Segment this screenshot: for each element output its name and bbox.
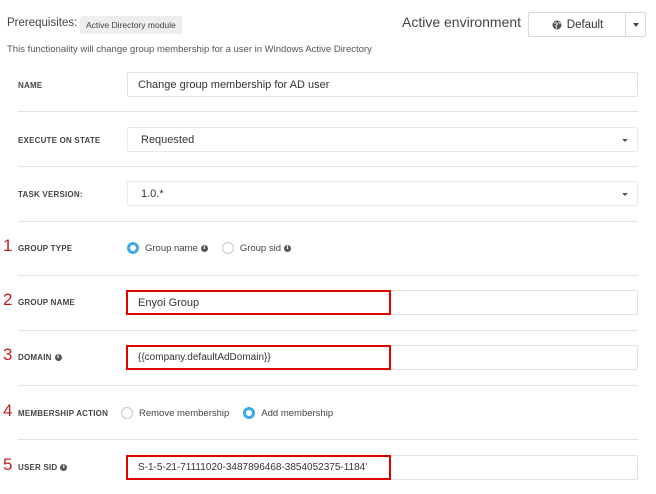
environment-button[interactable]: Default xyxy=(528,12,626,37)
caret-down-icon xyxy=(622,139,628,142)
radio-unselected[interactable] xyxy=(221,242,234,254)
divider xyxy=(18,166,638,167)
globe-icon xyxy=(552,20,562,29)
group-type-radio-group: Group name i Group sid i xyxy=(127,242,305,254)
option-label: Group sid xyxy=(239,242,281,254)
option-label: Group name xyxy=(145,242,198,254)
membership-action-radio-group: Remove membership Add membership xyxy=(121,407,347,419)
user-sid-label-text: USER SID xyxy=(18,463,58,472)
annotation-number-5: 5 xyxy=(3,455,13,474)
radio-unselected[interactable] xyxy=(121,407,133,419)
divider xyxy=(18,330,638,331)
radio-selected[interactable] xyxy=(127,242,139,254)
option-label: Remove membership xyxy=(139,407,230,419)
task-version-value: 1.0.* xyxy=(141,187,164,200)
caret-down-icon xyxy=(622,193,628,196)
divider xyxy=(18,275,638,276)
group-type-label: GROUP TYPE xyxy=(18,244,73,253)
execute-on-state-value: Requested xyxy=(141,133,195,146)
option-label: Add membership xyxy=(261,407,334,419)
domain-label: DOMAIN i xyxy=(18,353,62,362)
membership-option-remove[interactable]: Remove membership xyxy=(121,407,229,419)
task-version-select[interactable]: 1.0.* xyxy=(127,181,638,206)
prerequisite-badge: Active Directory module xyxy=(80,16,182,34)
info-icon[interactable]: i xyxy=(200,244,208,252)
info-icon[interactable]: i xyxy=(54,354,62,361)
info-icon[interactable]: i xyxy=(60,464,68,471)
prerequisites-label: Prerequisites: xyxy=(7,17,78,29)
divider xyxy=(18,221,638,222)
name-value: Change group membership for AD user xyxy=(138,78,330,91)
domain-label-text: DOMAIN xyxy=(18,353,52,362)
group-type-option-group-name[interactable]: Group name i xyxy=(127,242,208,254)
execute-on-state-label: EXECUTE ON STATE xyxy=(18,136,101,145)
info-icon[interactable]: i xyxy=(284,244,291,252)
execute-on-state-select[interactable]: Requested xyxy=(127,127,638,152)
divider xyxy=(18,111,638,112)
environment-value: Default xyxy=(566,18,604,31)
name-label: NAME xyxy=(18,81,43,90)
highlight-box xyxy=(126,290,391,315)
group-type-option-group-sid[interactable]: Group sid i xyxy=(221,242,291,254)
module-description: This functionality will change group mem… xyxy=(7,44,372,55)
divider xyxy=(18,439,638,440)
divider xyxy=(18,385,638,386)
highlight-box xyxy=(126,345,391,370)
caret-down-icon xyxy=(632,22,639,27)
highlight-box xyxy=(126,455,391,480)
radio-selected[interactable] xyxy=(243,407,256,419)
annotation-number-1: 1 xyxy=(3,236,13,255)
membership-action-label: MEMBERSHIP ACTION xyxy=(18,409,109,418)
task-version-label: TASK VERSION: xyxy=(18,190,83,199)
active-environment-label: Active environment xyxy=(402,14,522,30)
annotation-number-3: 3 xyxy=(3,345,13,364)
annotation-number-4: 4 xyxy=(3,401,13,420)
group-name-label: GROUP NAME xyxy=(18,298,75,307)
annotation-number-2: 2 xyxy=(3,290,13,309)
environment-dropdown-toggle[interactable] xyxy=(625,12,646,37)
name-input[interactable]: Change group membership for AD user xyxy=(127,72,638,97)
membership-option-add[interactable]: Add membership xyxy=(243,407,333,419)
user-sid-label: USER SID i xyxy=(18,463,68,472)
